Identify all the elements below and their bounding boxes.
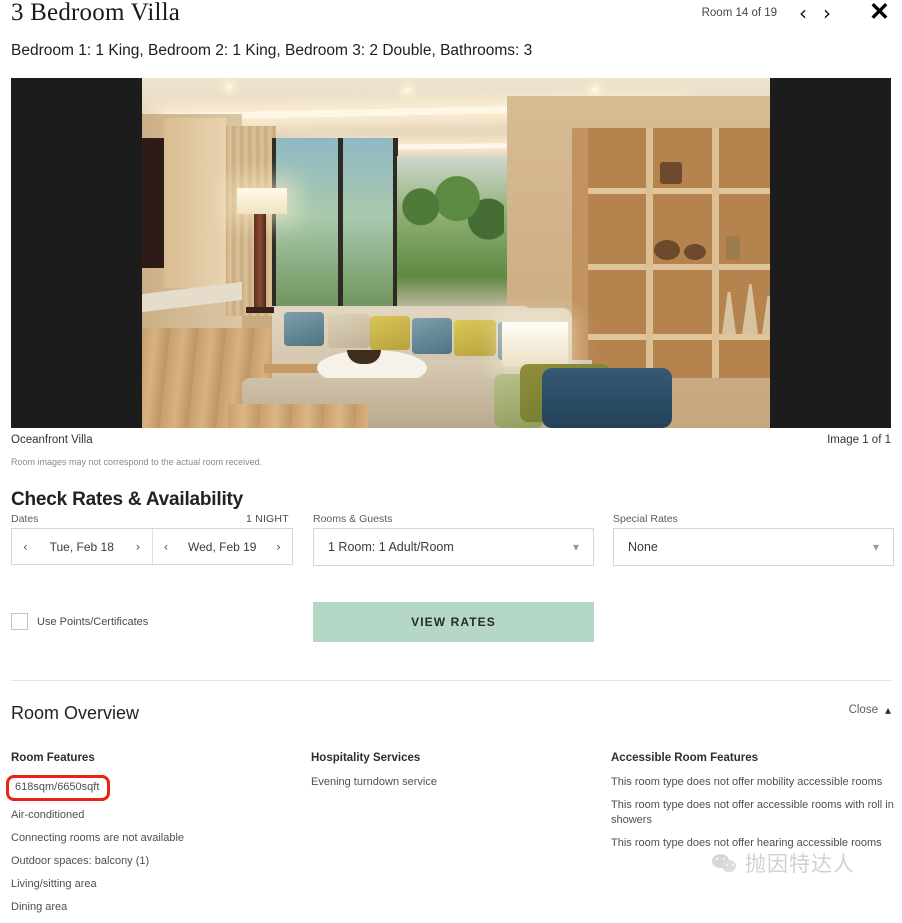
check-in-prev-icon[interactable]: ‹ (23, 541, 28, 553)
image-disclaimer: Room images may not correspond to the ac… (11, 457, 263, 467)
chevron-right-icon[interactable]: › (815, 3, 839, 23)
hospitality-service-item: Evening turndown service (311, 776, 437, 788)
close-icon[interactable]: ✕ (869, 0, 890, 25)
special-rates-select[interactable]: None ▾ (613, 528, 894, 566)
special-rates-value: None (628, 540, 658, 554)
check-out-date: Wed, Feb 19 (188, 539, 257, 554)
check-out-prev-icon[interactable]: ‹ (164, 541, 169, 553)
nights-count: 1 NIGHT (246, 513, 289, 525)
rooms-guests-value: 1 Room: 1 Adult/Room (328, 540, 454, 554)
date-range-picker[interactable]: ‹ Tue, Feb 18 › ‹ Wed, Feb 19 › (11, 528, 293, 565)
column-header-accessible-room-features: Accessible Room Features (611, 752, 759, 764)
check-rates-title: Check Rates & Availability (11, 489, 244, 510)
header-nav: Room 14 of 19 ‹ › ✕ (702, 0, 890, 25)
modal-header: 3 Bedroom Villa Room 14 of 19 ‹ › ✕ (0, 0, 902, 36)
special-rates-label: Special Rates (613, 513, 678, 525)
bed-configuration: Bedroom 1: 1 King, Bedroom 2: 1 King, Be… (11, 42, 533, 59)
page-title: 3 Bedroom Villa (11, 0, 181, 26)
dates-label: Dates (11, 513, 39, 525)
check-out-cell[interactable]: ‹ Wed, Feb 19 › (151, 529, 293, 564)
room-feature-item-highlighted: 618sqm/6650sqft (6, 775, 111, 801)
column-header-hospitality-services: Hospitality Services (311, 752, 421, 764)
use-points-checkbox[interactable] (11, 613, 28, 630)
rooms-guests-label: Rooms & Guests (313, 513, 393, 525)
chevron-up-icon: ▴ (884, 703, 891, 717)
room-features-list: 618sqm/6650sqft Air-conditioned Connecti… (6, 775, 301, 923)
room-overview-title: Room Overview (11, 703, 140, 723)
chevron-down-icon: ▾ (572, 540, 579, 554)
chevron-left-icon[interactable]: ‹ (791, 3, 815, 23)
column-header-room-features: Room Features (11, 752, 95, 764)
check-in-next-icon[interactable]: › (136, 541, 141, 553)
room-overview-close-toggle[interactable]: Close ▴ (849, 703, 891, 717)
room-feature-item: Dining area (11, 901, 68, 913)
gallery-caption-row: Oceanfront Villa Image 1 of 1 (11, 434, 891, 446)
room-feature-item: Connecting rooms are not available (11, 832, 185, 844)
use-points-row[interactable]: Use Points/Certificates (11, 613, 148, 630)
rooms-guests-select[interactable]: 1 Room: 1 Adult/Room ▾ (313, 528, 594, 566)
room-photo[interactable] (11, 78, 891, 428)
accessible-feature-item: This room type does not offer accessible… (611, 799, 894, 826)
room-feature-item: Outdoor spaces: balcony (1) (11, 855, 150, 867)
accessible-room-features-list: This room type does not offer mobility a… (611, 775, 896, 859)
hospitality-services-list: Evening turndown service (311, 775, 601, 798)
check-in-date: Tue, Feb 18 (49, 539, 114, 554)
accessible-feature-item: This room type does not offer hearing ac… (611, 837, 882, 849)
section-divider (11, 680, 891, 681)
close-label: Close (848, 704, 878, 716)
photo-caption: Oceanfront Villa (11, 434, 93, 446)
room-counter: Room 14 of 19 (701, 6, 778, 19)
check-out-next-icon[interactable]: › (276, 541, 281, 553)
room-feature-item: Living/sitting area (11, 878, 97, 890)
use-points-label: Use Points/Certificates (37, 615, 149, 628)
chevron-down-icon: ▾ (872, 540, 879, 554)
check-in-cell[interactable]: ‹ Tue, Feb 18 › (12, 529, 152, 564)
room-feature-item: Air-conditioned (11, 809, 85, 821)
room-photo-image (142, 78, 770, 428)
view-rates-button[interactable]: VIEW RATES (313, 602, 594, 642)
image-counter: Image 1 of 1 (827, 434, 891, 446)
accessible-feature-item: This room type does not offer mobility a… (611, 776, 883, 788)
